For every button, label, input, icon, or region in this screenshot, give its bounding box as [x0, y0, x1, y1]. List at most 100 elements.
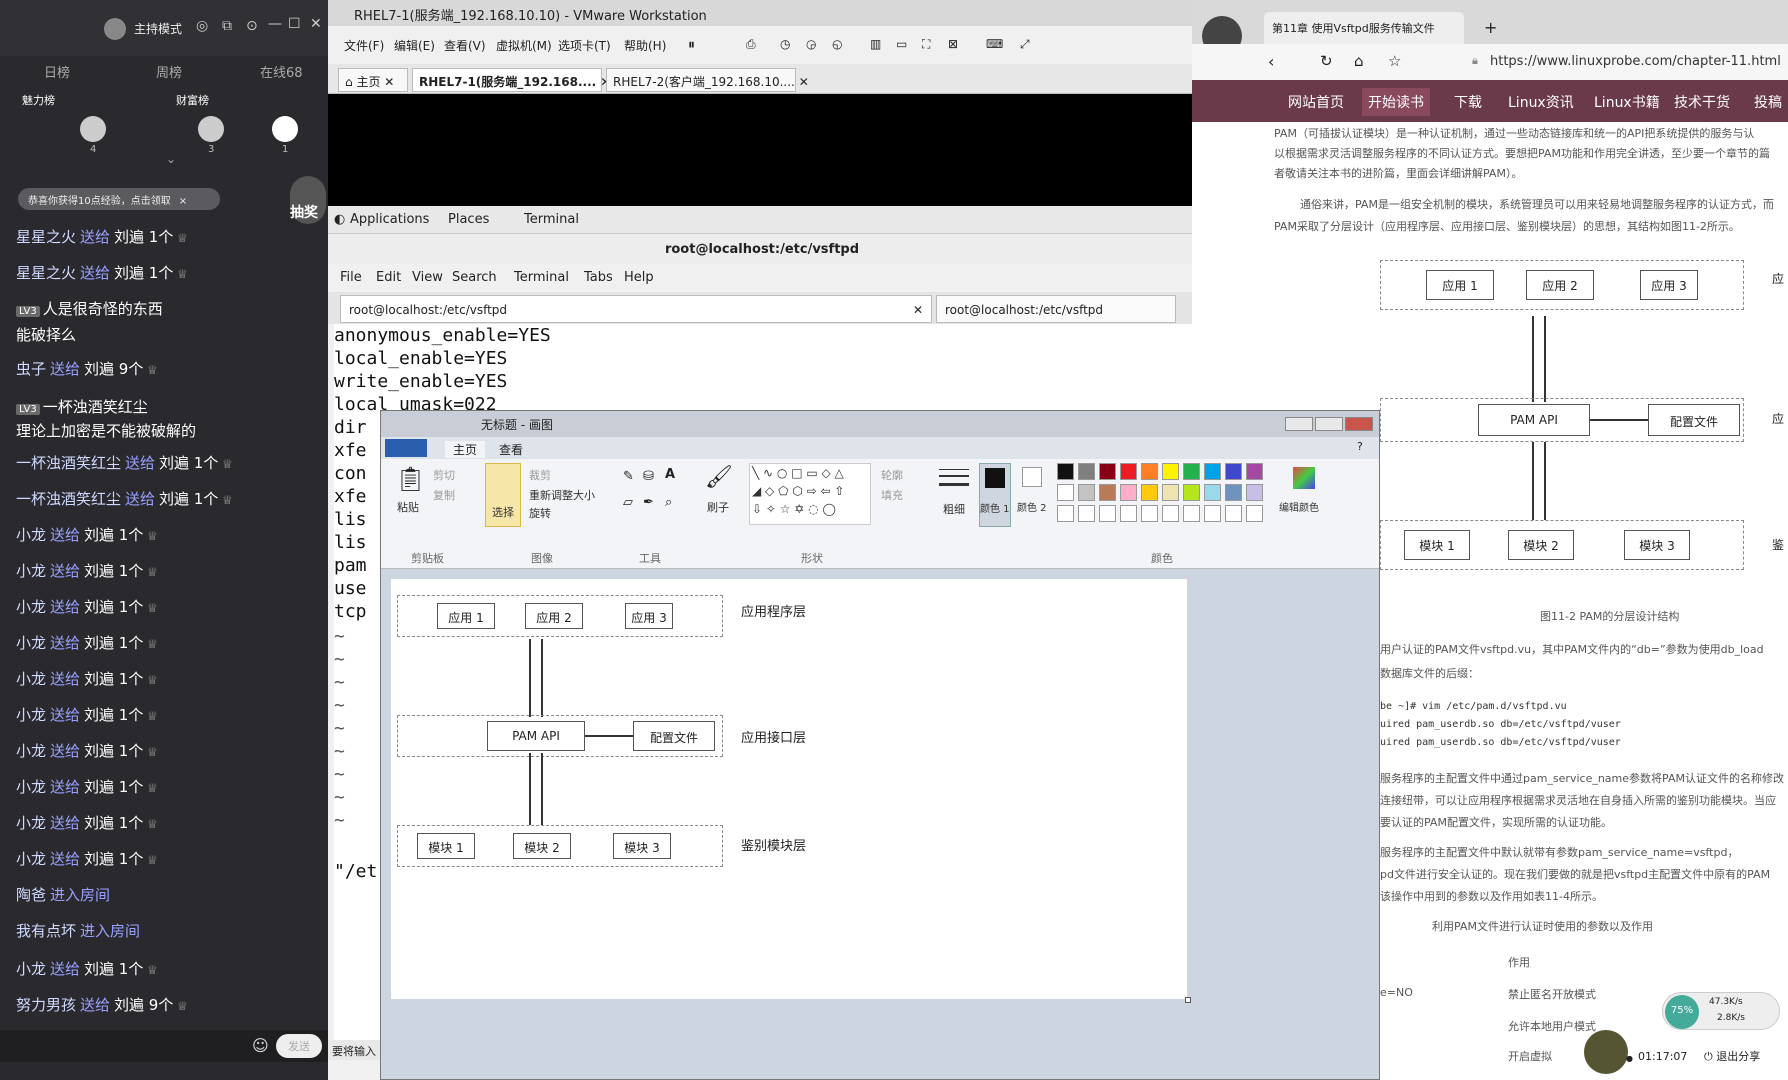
palette-swatch[interactable]	[1162, 463, 1179, 480]
eraser-icon[interactable]: ▱	[623, 495, 633, 510]
palette-swatch[interactable]	[1225, 463, 1242, 480]
nav-read[interactable]: 开始读书	[1362, 88, 1430, 116]
chat-username[interactable]: 小龙	[16, 598, 46, 616]
tab-home[interactable]: 主页	[445, 441, 486, 458]
restore-snapshot-icon[interactable]: ◶	[806, 37, 816, 51]
palette-swatch[interactable]	[1141, 463, 1158, 480]
palette-swatch[interactable]	[1099, 484, 1116, 501]
chat-username[interactable]: 我有点坏	[16, 922, 76, 940]
chat-username[interactable]: 小龙	[16, 814, 46, 832]
maximize-icon[interactable]: ☐	[288, 16, 301, 32]
color-picker-icon[interactable]: ✒	[643, 495, 654, 510]
maximize-button[interactable]	[1315, 417, 1343, 431]
exp-banner[interactable]: 恭喜你获得10点经验，点击领取 ×	[18, 188, 220, 210]
chevron-down-icon[interactable]: ⌄	[166, 152, 176, 166]
menu-edit[interactable]: 编辑(E)	[394, 37, 435, 54]
palette-swatch[interactable]	[1246, 484, 1263, 501]
tab-rhel7-2[interactable]: RHEL7-2(客户端_192.168.10.... ✕	[606, 68, 809, 92]
chat-username[interactable]: 理论上加密是不能被破解的	[16, 422, 196, 440]
chat-username[interactable]: 小龙	[16, 670, 46, 688]
outline-button[interactable]: 轮廓	[881, 467, 903, 483]
chat-username[interactable]: 小龙	[16, 742, 46, 760]
palette-swatch-empty[interactable]	[1162, 505, 1179, 522]
term-menu-edit[interactable]: Edit	[376, 270, 401, 285]
help-icon[interactable]: ?	[1357, 440, 1363, 453]
paint-canvas[interactable]: 应用 1 应用 2 应用 3 应用程序层 PAM API 配置文件 应用接口层 …	[391, 579, 1187, 999]
terminal-tab-active[interactable]: root@localhost:/etc/vsftpd ✕	[340, 295, 932, 323]
chat-username[interactable]: 小龙	[16, 634, 46, 652]
menu-tabs[interactable]: 选项卡(T)	[558, 37, 611, 54]
tab-online[interactable]: 在线68	[260, 62, 303, 81]
avatar[interactable]	[198, 116, 224, 142]
banner-close-icon[interactable]: ×	[179, 196, 187, 207]
unity-icon[interactable]: ⊠	[948, 37, 958, 51]
close-icon[interactable]: ✕	[913, 303, 923, 317]
edit-colors-button[interactable]: 编辑颜色	[1279, 463, 1335, 527]
palette-swatch-empty[interactable]	[1078, 505, 1095, 522]
resize-button[interactable]: 重新调整大小	[529, 487, 595, 503]
palette-swatch[interactable]	[1162, 484, 1179, 501]
color1-button[interactable]: 颜色 1	[979, 463, 1011, 527]
palette-swatch[interactable]	[1183, 463, 1200, 480]
snapshot-icon[interactable]: ◷	[780, 37, 790, 51]
palette-swatch[interactable]	[1141, 484, 1158, 501]
paste-button[interactable]: 粘贴	[397, 499, 419, 515]
tab-rhel7-1[interactable]: RHEL7-1(服务端_192.168.... ✕	[412, 68, 610, 92]
exit-share-button[interactable]: ⏻ 退出分享	[1704, 1048, 1760, 1064]
cut-button[interactable]: 剪切	[433, 467, 455, 483]
palette-swatch[interactable]	[1246, 463, 1263, 480]
palette-swatch-empty[interactable]	[1099, 505, 1116, 522]
palette-swatch[interactable]	[1057, 463, 1074, 480]
gnome-terminal[interactable]: Terminal	[524, 212, 579, 227]
pause-icon[interactable]: ⏸	[688, 37, 695, 53]
nav-download[interactable]: 下载	[1454, 92, 1482, 112]
star-icon[interactable]: ☆	[1388, 52, 1401, 70]
gnome-places[interactable]: Places	[448, 212, 489, 227]
fill-button[interactable]: 填充	[881, 487, 903, 503]
chat-username[interactable]: 小龙	[16, 562, 46, 580]
paint-file-menu[interactable]	[385, 439, 427, 457]
chat-username[interactable]: 努力男孩	[16, 996, 76, 1014]
nav-books[interactable]: Linux书籍	[1594, 92, 1660, 112]
palette-swatch-empty[interactable]	[1183, 505, 1200, 522]
color2-button[interactable]: 颜色 2	[1017, 463, 1049, 527]
rotate-button[interactable]: 旋转	[529, 505, 551, 521]
chat-username[interactable]: 一杯浊酒笑红尘	[16, 454, 121, 472]
palette-swatch[interactable]	[1078, 484, 1095, 501]
menu-vm[interactable]: 虚拟机(M)	[496, 37, 552, 54]
tab-weekly[interactable]: 周榜	[156, 62, 182, 81]
chat-username[interactable]: 一杯浊酒笑红尘	[43, 398, 148, 416]
send-keys-icon[interactable]: ⎙	[746, 37, 756, 52]
palette-swatch-empty[interactable]	[1057, 505, 1074, 522]
tab-view[interactable]: 查看	[499, 441, 523, 458]
home-icon[interactable]: ⌂	[1354, 52, 1364, 70]
minimize-button[interactable]	[1285, 417, 1313, 431]
chat-username[interactable]: 小龙	[16, 778, 46, 796]
nav-submit[interactable]: 投稿	[1754, 92, 1782, 112]
close-button[interactable]	[1345, 417, 1373, 431]
chat-username[interactable]: 能破择么	[16, 326, 76, 344]
chat-username[interactable]: 星星之火	[16, 264, 76, 282]
new-tab-icon[interactable]: +	[1484, 18, 1497, 37]
close-icon[interactable]: ✕	[310, 16, 322, 32]
popout-icon[interactable]: ⧉	[222, 18, 232, 34]
fullscreen-icon[interactable]: ⛶	[922, 37, 930, 52]
gnome-applications[interactable]: Applications	[350, 212, 429, 227]
canvas-resize-handle[interactable]	[1185, 997, 1191, 1003]
shapes-gallery[interactable]: ╲ ∿ ○ □ ▭ ◇ △ ◢ ◇ ⬠ ⬡ ⇨ ⇦ ⇧ ⇩ ✧ ☆ ✡ ◌ ◯	[749, 463, 871, 525]
lock-icon[interactable]: ⊙	[246, 18, 258, 34]
palette-swatch[interactable]	[1099, 463, 1116, 480]
brush-icon[interactable]: 🖌︎	[705, 465, 733, 490]
palette-swatch[interactable]	[1120, 484, 1137, 501]
palette-swatch[interactable]	[1225, 484, 1242, 501]
manage-snapshot-icon[interactable]: ◵	[832, 37, 842, 51]
fill-icon[interactable]: ⛁	[643, 469, 654, 484]
term-menu-file[interactable]: File	[340, 270, 362, 285]
tab-daily[interactable]: 日榜	[44, 62, 70, 81]
nav-news[interactable]: Linux资讯	[1508, 92, 1574, 112]
menu-view[interactable]: 查看(V)	[444, 37, 486, 54]
chat-username[interactable]: 小龙	[16, 526, 46, 544]
term-menu-view[interactable]: View	[412, 270, 443, 285]
chat-username[interactable]: 小龙	[16, 706, 46, 724]
settings-icon[interactable]: ◎	[196, 18, 208, 34]
